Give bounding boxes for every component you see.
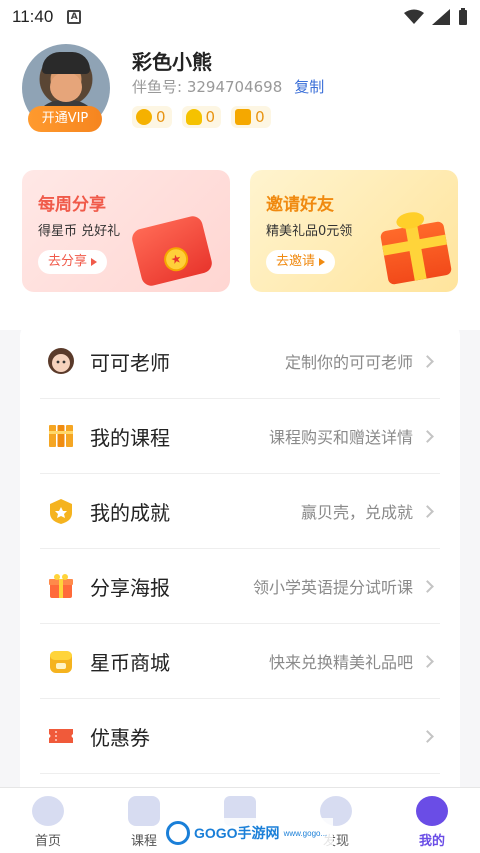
tab-home[interactable]: 首页 xyxy=(0,788,96,853)
menu-desc: 课程购买和赠送详情 xyxy=(268,428,413,447)
invite-button[interactable]: 去邀请 xyxy=(266,250,336,274)
stat-clouds[interactable]: 0 xyxy=(181,106,222,128)
profile-icon xyxy=(416,796,448,826)
stat-value: 0 xyxy=(205,108,216,126)
gift-icon xyxy=(46,571,76,601)
menu-item-share-poster[interactable]: 分享海报 领小学英语提分试听课 xyxy=(40,549,440,624)
stats-row: 0 0 0 xyxy=(132,106,271,128)
stat-likes[interactable]: 0 xyxy=(231,106,271,128)
menu-desc: 赢贝壳，兑成就 xyxy=(300,503,413,522)
chevron-right-icon xyxy=(421,654,434,668)
menu-label: 可可老师 xyxy=(90,350,170,375)
play-arrow-icon xyxy=(91,258,98,266)
menu-item-courses[interactable]: 我的课程 课程购买和赠送详情 xyxy=(40,399,440,474)
gift-bow xyxy=(395,210,426,231)
menu-label: 优惠券 xyxy=(90,725,150,750)
nickname: 彩色小熊 xyxy=(132,50,212,74)
star-coin-icon xyxy=(136,109,152,125)
status-time: 11:40 xyxy=(12,7,54,26)
tab-label: 课程 xyxy=(130,834,157,849)
coin-icon: ★ xyxy=(161,244,191,274)
home-icon xyxy=(32,796,64,826)
gift-ribbon xyxy=(405,225,427,281)
course-icon xyxy=(128,796,160,826)
stat-value: 0 xyxy=(156,108,166,126)
watermark-logo-icon xyxy=(166,821,190,845)
invite-button-label: 去邀请 xyxy=(276,254,316,269)
user-id: 伴鱼号: 3294704698 xyxy=(132,78,283,96)
teacher-avatar-icon xyxy=(46,346,76,376)
badge-icon xyxy=(46,496,76,526)
menu-label: 我的成就 xyxy=(90,500,170,525)
notification-icon: A xyxy=(67,10,82,24)
menu-item-coupons[interactable]: 优惠券 xyxy=(40,699,440,774)
tab-label: 首页 xyxy=(34,834,61,849)
battery-icon xyxy=(459,8,467,25)
card-title: 每周分享 xyxy=(38,195,106,215)
menu-label: 分享海报 xyxy=(90,575,170,600)
ticket-icon xyxy=(46,721,76,751)
red-packet-icon: ★ xyxy=(130,214,214,288)
play-arrow-icon xyxy=(319,258,326,266)
stat-value: 0 xyxy=(255,108,265,126)
share-button-label: 去分享 xyxy=(48,254,88,269)
weekly-share-card[interactable]: 每周分享 得星币 兑好礼 去分享 ★ xyxy=(22,170,230,292)
menu-desc: 领小学英语提分试听课 xyxy=(252,578,413,597)
watermark-text: GOGO手游网 xyxy=(194,825,280,841)
menu-desc: 定制你的可可老师 xyxy=(284,353,413,372)
card-title: 邀请好友 xyxy=(266,195,334,215)
chevron-right-icon xyxy=(421,579,434,593)
status-icons xyxy=(404,8,468,26)
gift-box-icon xyxy=(379,210,453,286)
menu-label: 我的课程 xyxy=(90,425,170,450)
thumbs-up-icon xyxy=(235,109,252,125)
chevron-right-icon xyxy=(421,354,434,368)
signal-icon xyxy=(432,9,450,25)
watermark-sub: www.gogo... xyxy=(283,828,328,838)
menu-label: 星币商城 xyxy=(90,650,170,675)
watermark: GOGO手游网 www.gogo... xyxy=(160,818,334,848)
share-button[interactable]: 去分享 xyxy=(38,250,108,274)
avatar-hat xyxy=(42,52,90,74)
avatar-face xyxy=(50,72,82,102)
wifi-icon xyxy=(404,9,424,24)
copy-button[interactable]: 复制 xyxy=(294,76,324,97)
invite-friends-card[interactable]: 邀请好友 精美礼品0元领 去邀请 xyxy=(250,170,458,292)
card-subtitle: 得星币 兑好礼 xyxy=(38,224,121,239)
profile-header: 开通VIP 彩色小熊 伴鱼号: 3294704698 复制 0 0 0 xyxy=(22,44,462,134)
menu-list: 可可老师 定制你的可可老师 我的课程 课程购买和赠送详情 我的成就 赢贝壳，兑成… xyxy=(20,322,460,842)
tab-profile[interactable]: 我的 xyxy=(384,788,480,853)
vip-button[interactable]: 开通VIP xyxy=(28,106,102,132)
chevron-right-icon xyxy=(421,729,434,743)
card-subtitle: 精美礼品0元领 xyxy=(266,224,353,239)
menu-item-achievements[interactable]: 我的成就 赢贝壳，兑成就 xyxy=(40,474,440,549)
store-icon xyxy=(46,646,76,676)
chevron-right-icon xyxy=(421,504,434,518)
chevron-right-icon xyxy=(421,429,434,443)
books-icon xyxy=(46,421,76,451)
stat-star-coins[interactable]: 0 xyxy=(132,106,172,128)
status-bar: 11:40 A xyxy=(0,0,480,34)
cloud-icon xyxy=(185,109,202,125)
tab-label: 我的 xyxy=(418,834,445,849)
menu-desc: 快来兑换精美礼品吧 xyxy=(268,653,413,672)
user-id-row: 伴鱼号: 3294704698 复制 xyxy=(132,76,324,97)
menu-item-teacher[interactable]: 可可老师 定制你的可可老师 xyxy=(40,324,440,399)
menu-item-star-store[interactable]: 星币商城 快来兑换精美礼品吧 xyxy=(40,624,440,699)
